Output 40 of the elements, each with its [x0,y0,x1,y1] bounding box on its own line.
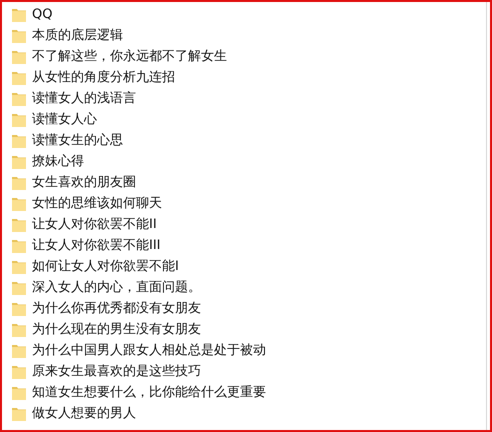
folder-name[interactable]: 从女性的角度分析九连招 [32,71,175,84]
folder-name[interactable]: 让女人对你欲罢不能III [32,239,161,252]
folder-name[interactable]: 读懂女生的心思 [32,134,123,147]
folder-name[interactable]: 做女人想要的男人 [32,407,136,420]
folder-name[interactable]: QQ [32,8,52,21]
folder-icon [11,28,27,44]
folder-name[interactable]: 女性的思维该如何聊天 [32,197,162,210]
folder-icon [11,258,27,274]
folder-name[interactable]: 为什么现在的男生没有女朋友 [32,323,201,336]
folder-name[interactable]: 女生喜欢的朋友圈 [32,176,136,189]
folder-icon [11,90,27,106]
folder-icon [11,174,27,190]
folder-icon [11,342,27,358]
folder-name[interactable]: 为什么中国男人跟女人相处总是处于被动 [32,344,266,357]
folder-icon [11,406,27,422]
folder-icon [11,196,27,212]
folder-icon [11,384,27,400]
folder-icon [11,216,27,232]
folder-name[interactable]: 深入女人的内心，直面问题。 [32,281,201,294]
folder-name[interactable]: 撩妹心得 [32,155,84,168]
folder-icon [11,154,27,170]
folder-icon [11,364,27,380]
folder-icon [11,70,27,86]
folder-name[interactable]: 知道女生想要什么，比你能给什么更重要 [32,386,266,399]
folder-icon [11,238,27,254]
folder-name[interactable]: 读懂女人心 [32,113,97,126]
folder-name[interactable]: 原来女生最喜欢的是这些技巧 [32,365,201,378]
folder-icon [11,300,27,316]
folder-name[interactable]: 不了解这些，你永远都不了解女生 [32,50,227,63]
folder-icon [11,322,27,338]
folder-name[interactable]: 为什么你再优秀都没有女朋友 [32,302,201,315]
folder-name[interactable]: 让女人对你欲罢不能II [32,218,157,231]
folder-icon [11,48,27,64]
folder-icon [11,6,27,22]
folder-icon [11,112,27,128]
folder-name[interactable]: 读懂女人的浅语言 [32,92,136,105]
folder-name[interactable]: 本质的底层逻辑 [32,29,123,42]
folder-icon [11,132,27,148]
folder-name[interactable]: 如何让女人对你欲罢不能I [32,260,179,273]
folder-icon [11,280,27,296]
